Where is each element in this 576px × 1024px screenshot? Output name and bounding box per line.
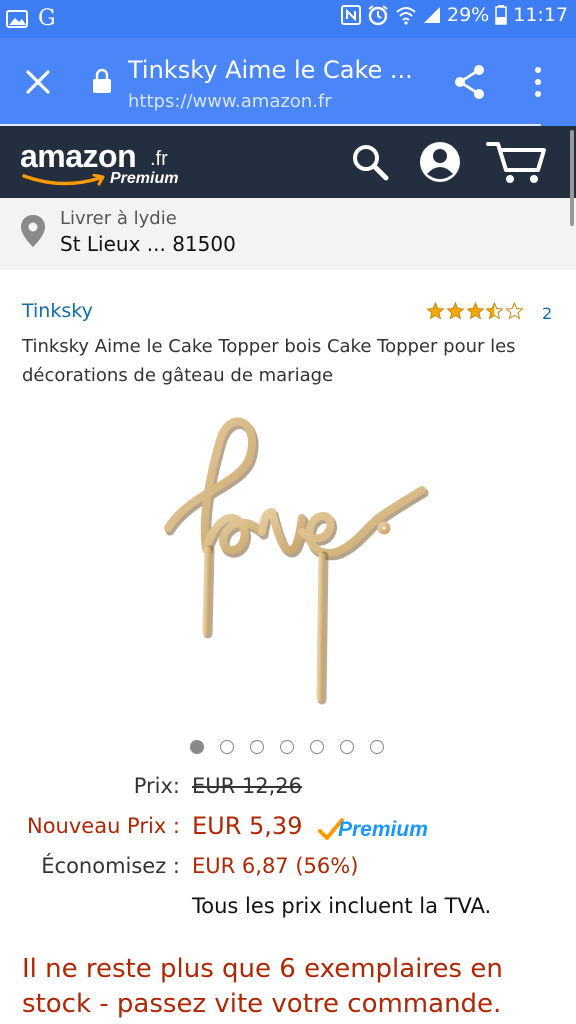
delivery-location-bar[interactable]: Livrer à lydie St Lieux ... 81500 <box>0 198 576 270</box>
clock: 11:17 <box>513 4 568 26</box>
lock-icon <box>93 68 111 93</box>
carousel-dot[interactable] <box>190 740 204 754</box>
savings-value: EUR 6,87 (56%) <box>192 854 359 878</box>
logo-tld: .fr <box>150 148 168 170</box>
status-bar: G 29% 11:17 <box>0 0 576 38</box>
carousel-dot[interactable] <box>220 740 234 754</box>
star-icon <box>445 302 465 320</box>
star-icon <box>485 302 505 320</box>
logo-premium: Premium <box>110 170 179 187</box>
carousel-dot[interactable] <box>250 740 264 754</box>
smile-arrow-icon <box>22 174 105 186</box>
premium-badge: Premium <box>318 818 438 844</box>
nfc-icon <box>341 5 361 25</box>
carousel-dot[interactable] <box>280 740 294 754</box>
product-image[interactable]: love <box>150 400 440 710</box>
savings-label: Économisez : <box>41 854 180 878</box>
cart-icon[interactable] <box>486 140 548 186</box>
alarm-icon <box>368 5 388 26</box>
rating-count[interactable]: 2 <box>542 304 552 323</box>
amazon-header: amazon .fr Premium <box>0 126 576 198</box>
star-rating[interactable] <box>426 302 524 322</box>
carousel-dot[interactable] <box>370 740 384 754</box>
url-text[interactable]: https://www.amazon.fr <box>128 91 332 112</box>
new-price-row: Nouveau Prix : EUR 5,39 Premium <box>0 812 576 848</box>
new-price: EUR 5,39 <box>192 812 303 840</box>
search-icon[interactable] <box>350 142 390 182</box>
carousel-dot[interactable] <box>310 740 324 754</box>
signal-icon <box>424 7 440 23</box>
share-icon[interactable] <box>452 62 488 102</box>
browser-toolbar: Tinksky Aime le Cake ... https://www.ama… <box>0 38 576 127</box>
brand-link[interactable]: Tinksky <box>22 300 93 322</box>
wifi-icon <box>396 7 416 25</box>
product-title: Tinksky Aime le Cake Topper bois Cake To… <box>22 336 516 386</box>
battery-icon <box>495 5 507 25</box>
star-icon <box>426 302 445 320</box>
page-title[interactable]: Tinksky Aime le Cake ... <box>128 56 428 84</box>
savings-row: Économisez : EUR 6,87 (56%) <box>0 854 576 888</box>
price-label: Prix: <box>133 774 180 798</box>
star-icon <box>465 302 485 320</box>
amazon-logo[interactable]: amazon .fr Premium <box>20 138 190 194</box>
scrollbar[interactable] <box>570 130 574 226</box>
new-price-label: Nouveau Prix : <box>26 814 180 838</box>
image-carousel-dots <box>190 740 384 754</box>
account-icon[interactable] <box>418 140 462 184</box>
image-icon <box>6 9 28 28</box>
g-app-icon: G <box>38 6 56 31</box>
original-price: EUR 12,26 <box>192 774 303 798</box>
close-tab-button[interactable] <box>20 64 56 100</box>
battery-percentage: 29% <box>447 4 490 26</box>
star-icon <box>505 302 524 320</box>
overflow-menu-icon[interactable] <box>528 62 548 102</box>
carousel-dot[interactable] <box>340 740 354 754</box>
deliver-to-label: Livrer à lydie <box>60 208 177 229</box>
vat-note: Tous les prix incluent la TVA. <box>192 894 492 918</box>
delivery-address: St Lieux ... 81500 <box>60 232 236 256</box>
stock-warning: Il ne reste plus que 6 exemplaires en st… <box>22 954 503 1019</box>
price-row: Prix: EUR 12,26 <box>0 774 576 808</box>
premium-badge-label: Premium <box>338 818 428 841</box>
location-pin-icon <box>21 215 45 247</box>
